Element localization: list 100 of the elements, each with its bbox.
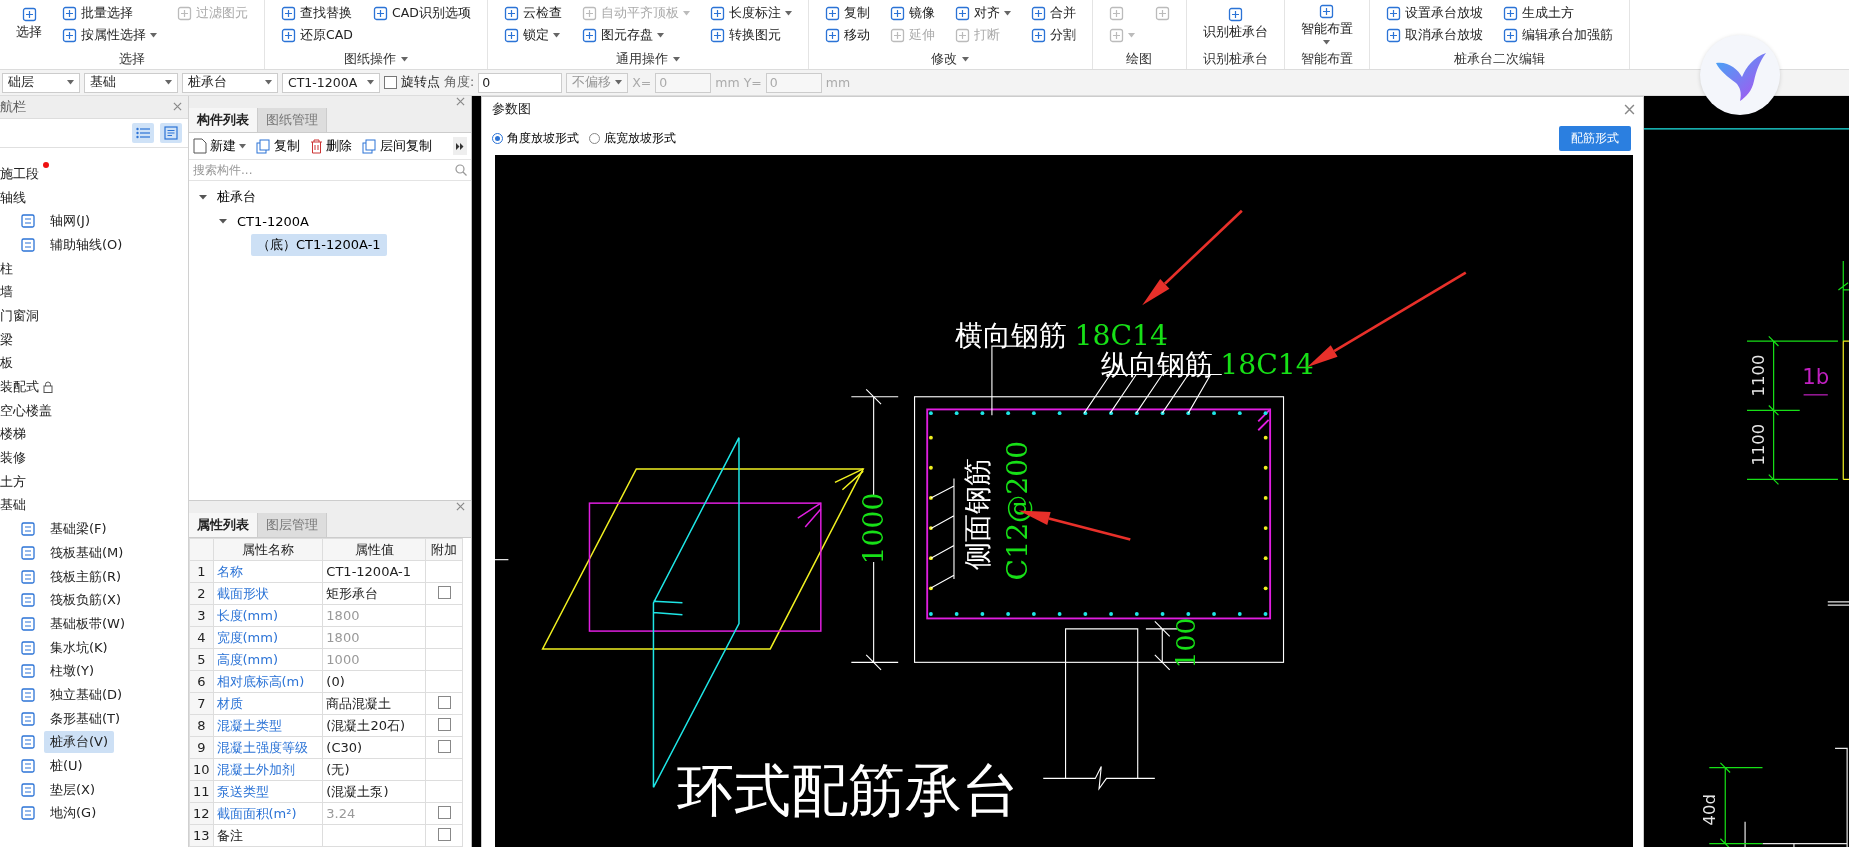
ribbon-button[interactable]: 复制	[824, 4, 870, 22]
ribbon-button[interactable]: 镜像	[889, 4, 935, 22]
nav-item[interactable]: 柱	[0, 257, 17, 280]
list-view-button[interactable]	[132, 123, 154, 143]
nav-item[interactable]: 基础板带(W)	[44, 612, 131, 635]
dropdown[interactable]: CT1-1200A	[282, 72, 380, 93]
ribbon-button[interactable]: 编辑承台加强筋	[1502, 26, 1613, 44]
rebar-form-button[interactable]: 配筋形式	[1559, 126, 1631, 152]
nav-item[interactable]: 轴线	[0, 186, 30, 209]
radio-button[interactable]	[492, 133, 503, 145]
row-number: 7	[189, 692, 214, 715]
nav-item[interactable]: 装配式	[0, 376, 43, 399]
more-button[interactable]	[453, 137, 467, 155]
ribbon-button[interactable]: 批量选择	[62, 4, 157, 22]
caret-icon[interactable]	[219, 217, 227, 225]
ribbon-button[interactable]: 查找替换	[281, 4, 353, 22]
panel-tab[interactable]: 图层管理	[258, 513, 327, 537]
ribbon-button[interactable]: 长度标注	[709, 4, 792, 22]
panel-tab[interactable]: 图纸管理	[258, 108, 327, 132]
nav-item[interactable]: 筏板负筋(X)	[44, 589, 128, 612]
caret-icon[interactable]	[199, 193, 207, 201]
nav-item[interactable]: 辅助轴线(O)	[44, 233, 129, 256]
checkbox[interactable]	[437, 695, 451, 709]
ribbon-button[interactable]: 取消承台放坡	[1385, 26, 1483, 44]
radio-option[interactable]: 底宽放坡形式	[589, 130, 676, 148]
dialog-title: 参数图	[492, 101, 531, 119]
ribbon-button[interactable]: 对齐	[954, 4, 1011, 22]
ribbon-button[interactable]: 合并	[1030, 4, 1076, 22]
ribbon-button[interactable]: 还原CAD	[281, 26, 353, 44]
nav-item[interactable]: 基础梁(F)	[44, 518, 113, 541]
search-field[interactable]: 搜索构件...	[193, 163, 455, 177]
toolbar-button[interactable]: 删除	[310, 137, 352, 155]
nav-item[interactable]: 独立基础(D)	[44, 683, 129, 706]
nav-item[interactable]: 门窗洞	[0, 304, 43, 327]
nav-item[interactable]: 条形基础(T)	[44, 707, 127, 730]
ribbon-button[interactable]: 分割	[1030, 26, 1076, 44]
property-value[interactable]: CT1-1200A-1	[322, 560, 426, 583]
property-value[interactable]: 矩形承台	[322, 582, 426, 605]
property-value[interactable]: (无)	[322, 758, 426, 781]
ribbon-button[interactable]: 生成土方	[1502, 4, 1613, 22]
ribbon-button[interactable]: 锁定	[503, 26, 562, 44]
nav-item[interactable]: 墙	[0, 281, 17, 304]
ribbon-button[interactable]: 识别桩承台	[1202, 7, 1268, 41]
checkbox[interactable]	[437, 585, 451, 599]
radio-option[interactable]: 角度放坡形式	[492, 130, 579, 148]
nav-item[interactable]: 桩(U)	[44, 755, 89, 778]
checkbox[interactable]	[437, 827, 451, 841]
nav-item[interactable]: 楼梯	[0, 423, 30, 446]
radio-button[interactable]	[589, 133, 600, 145]
checkbox[interactable]	[384, 76, 397, 89]
panel-tab[interactable]: 构件列表	[189, 108, 258, 132]
nav-item[interactable]: 施工段	[0, 162, 43, 185]
checkbox[interactable]	[437, 717, 451, 731]
nav-item[interactable]: 地沟(G)	[44, 802, 103, 825]
toolbar-button[interactable]: 新建	[193, 137, 246, 155]
ribbon-button[interactable]: 按属性选择	[62, 26, 157, 44]
ribbon-button[interactable]: 转换图元	[709, 26, 792, 44]
nav-item[interactable]: 板	[0, 352, 17, 375]
unit-label: mm	[825, 75, 851, 90]
nav-item[interactable]: 装修	[0, 447, 30, 470]
property-value[interactable]: (C30)	[322, 736, 426, 759]
nav-item[interactable]: 柱墩(Y)	[44, 660, 101, 683]
panel-tab[interactable]: 属性列表	[189, 513, 258, 537]
ribbon-button[interactable]: 云检查	[503, 4, 562, 22]
nav-item[interactable]: 桩承台(V)	[44, 731, 115, 754]
nav-item[interactable]: 垫层(X)	[44, 778, 102, 801]
nav-item[interactable]: 土方	[0, 470, 30, 493]
nav-item[interactable]: 筏板基础(M)	[44, 541, 130, 564]
nav-item[interactable]: 梁	[0, 328, 17, 351]
dropdown[interactable]: 桩承台	[182, 72, 278, 93]
ribbon-button[interactable]: 图元存盘	[581, 26, 690, 44]
dropdown[interactable]: 基础	[84, 72, 178, 93]
nav-item[interactable]: 基础	[0, 494, 30, 517]
nav-item[interactable]: 集水坑(K)	[44, 636, 114, 659]
tree-item[interactable]: 桩承台	[211, 186, 262, 208]
nav-item[interactable]: 筏板主筋(R)	[44, 565, 128, 588]
toolbar-button[interactable]: 层间复制	[362, 137, 432, 155]
tool-icon	[954, 27, 970, 43]
property-name: 长度(mm)	[213, 604, 323, 627]
ribbon-button[interactable]: 智能布置	[1300, 3, 1353, 45]
checkbox[interactable]	[437, 739, 451, 753]
ribbon-button[interactable]: CAD识别选项	[372, 4, 471, 22]
property-value[interactable]: (0)	[322, 670, 426, 693]
tree-item[interactable]: CT1-1200A	[231, 211, 315, 231]
property-value[interactable]: (混凝土泵)	[322, 780, 426, 803]
component-icon	[20, 758, 36, 775]
property-value[interactable]: 商品混凝土	[322, 692, 426, 715]
ribbon-button[interactable]: 选择	[16, 7, 42, 41]
checkbox[interactable]	[437, 805, 451, 819]
toolbar-button[interactable]: 复制	[256, 137, 300, 155]
nav-item[interactable]: 空心楼盖	[0, 399, 56, 422]
dropdown[interactable]: 础层	[2, 72, 80, 93]
detail-view-button[interactable]	[160, 123, 182, 143]
nav-item[interactable]: 轴网(J)	[44, 210, 96, 233]
angle-field[interactable]: 0	[478, 72, 563, 93]
property-value[interactable]: (混凝土20石)	[322, 714, 426, 737]
tree-item[interactable]: （底）CT1-1200A-1	[251, 234, 387, 256]
ribbon-button[interactable]: 设置承台放坡	[1385, 4, 1483, 22]
cad-viewport[interactable]: 1100 1100 1b 40d 参数图 角度放坡形式 底宽放坡形式 配筋形式 1000 横向钢筋 18C14 纵向钢筋 18C14 侧面钢筋 C12@200 100 环式配筋承台	[472, 96, 1849, 847]
ribbon-button[interactable]: 移动	[824, 26, 870, 44]
